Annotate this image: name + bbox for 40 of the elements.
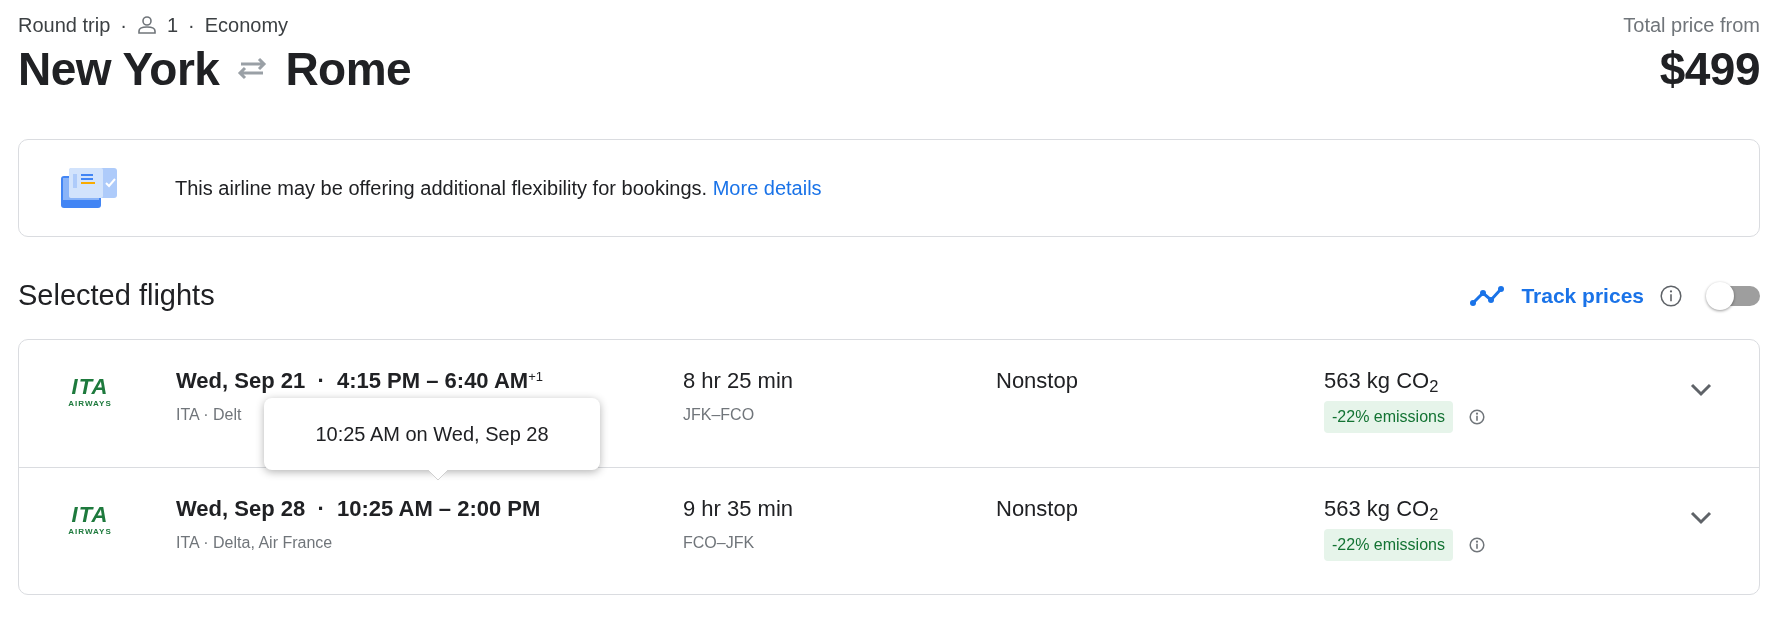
tooltip-pointer	[427, 468, 449, 481]
info-text: This airline may be offering additional flexibility for bookings. More details	[175, 175, 822, 201]
chevron-icon[interactable]	[1689, 509, 1713, 526]
emissions-amount: 563 kg CO$_{2}$	[1324, 366, 1440, 397]
airline-names: ITA · Delt	[176, 404, 243, 425]
tooltip: 10:25 AM on Wed, Sep 28	[264, 397, 600, 470]
info-icon[interactable]	[1468, 536, 1485, 553]
flight-duration: 8 hr 25 min	[683, 366, 795, 395]
trend-line-icon	[1469, 284, 1506, 307]
flight-times: Wed, Sep 28 · 10:25 AM – 2:00 PM	[176, 494, 542, 523]
person-icon	[136, 15, 157, 35]
info-icon[interactable]	[1468, 408, 1485, 425]
origin-city: New York	[18, 44, 220, 95]
more-details-link[interactable]: More details	[712, 176, 822, 199]
emissions-amount: 563 kg CO$_{2}$	[1324, 494, 1440, 525]
section-title: Selected flights	[18, 277, 215, 313]
emissions-badge: -22% emissions	[1324, 528, 1453, 561]
track-prices-link[interactable]: Track prices	[1469, 279, 1644, 312]
airline-logo: ITA AIRWAYS	[67, 503, 113, 538]
cabin-class[interactable]: Economy	[204, 10, 289, 40]
price-label: Total price from	[1623, 13, 1760, 38]
stops-label: Nonstop	[996, 494, 1079, 523]
airline-names: ITA · Delta, Air France	[176, 532, 334, 553]
destination-city: Rome	[285, 44, 412, 95]
stops-label: Nonstop	[996, 366, 1079, 395]
chevron-icon[interactable]	[1689, 381, 1713, 398]
emissions-badge: -22% emissions	[1324, 400, 1453, 433]
ticket-check-icon	[59, 165, 119, 210]
trip-type[interactable]: Round trip	[18, 10, 111, 40]
separator-dot: ·	[188, 13, 195, 38]
route-codes: JFK–FCO	[683, 404, 756, 425]
track-prices-toggle[interactable]	[1706, 281, 1760, 310]
flight-times: Wed, Sep 21 · 4:15 PM – 6:40 AM$^{+1}$	[176, 366, 544, 395]
info-icon[interactable]	[1660, 284, 1682, 307]
total-price: $499	[1658, 44, 1760, 95]
route-codes: FCO–JFK	[683, 532, 756, 553]
flight-duration: 9 hr 35 min	[683, 494, 795, 523]
passenger-count[interactable]: 1	[166, 10, 179, 40]
airline-logo: ITA AIRWAYS	[67, 375, 113, 410]
separator-dot: ·	[120, 13, 127, 38]
